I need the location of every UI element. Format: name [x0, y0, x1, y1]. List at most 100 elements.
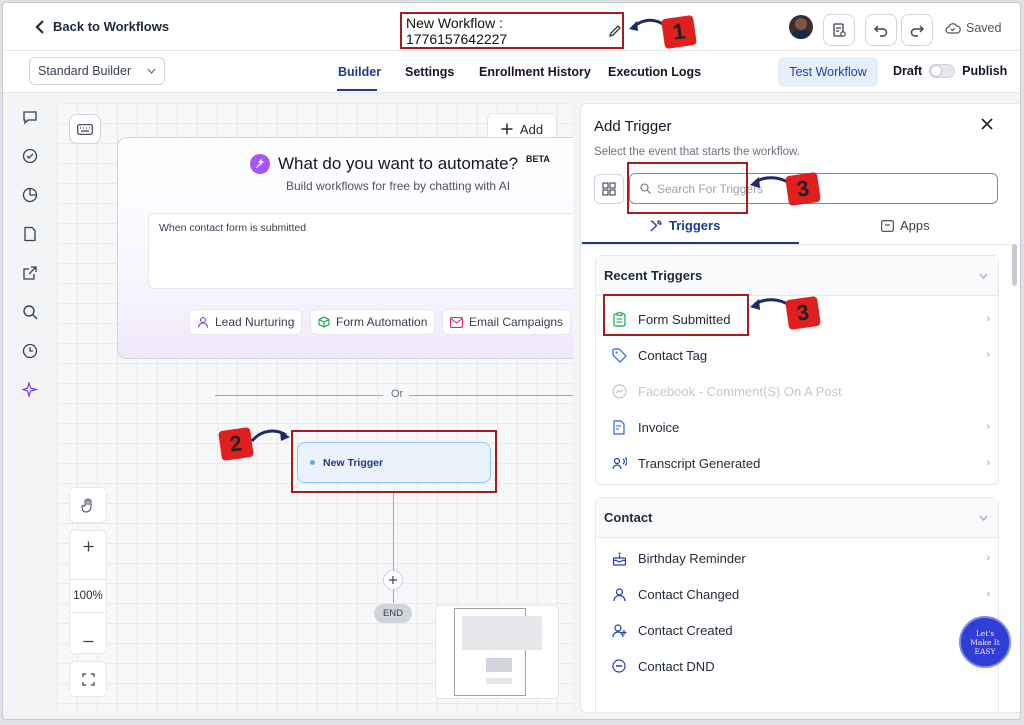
recent-triggers-title: Recent Triggers [604, 268, 703, 283]
chip-email-campaigns[interactable]: Email Campaigns [442, 309, 572, 335]
add-step-button[interactable] [383, 570, 403, 590]
chat-icon[interactable] [20, 107, 40, 127]
chevron-left-icon [35, 19, 45, 34]
chip-label: Email Campaigns [469, 315, 564, 329]
pie-chart-icon[interactable] [20, 185, 40, 205]
keyboard-shortcuts-button[interactable] [69, 114, 101, 144]
workflow-title[interactable]: New Workflow : 1776157642227 [406, 15, 600, 47]
file-icon[interactable] [20, 224, 40, 244]
chip-lead-nurturing[interactable]: Lead Nurturing [189, 309, 303, 335]
ai-sparkle-icon[interactable] [20, 380, 40, 400]
trigger-contact-changed[interactable]: Contact Changed › [610, 582, 990, 606]
hand-icon [81, 498, 95, 513]
panel-title: Add Trigger [594, 118, 672, 135]
trigger-contact-tag[interactable]: Contact Tag › [610, 343, 990, 367]
watermark-text: Let's Make It EASY [970, 628, 1000, 656]
tag-icon [610, 346, 628, 364]
search-icon[interactable] [20, 302, 40, 322]
pencil-icon[interactable] [608, 24, 622, 38]
trigger-label: Contact Created [638, 622, 733, 638]
chevron-down-icon [979, 273, 988, 279]
app-window-icon [881, 219, 894, 232]
builder-type-select[interactable]: Standard Builder [29, 57, 165, 85]
publish-toggle-group: Draft Publish [893, 64, 1007, 78]
mail-icon [450, 316, 463, 328]
tab-triggers[interactable]: Triggers [649, 218, 720, 233]
divider-right [409, 395, 573, 396]
panel-scrollbar[interactable] [1012, 244, 1017, 286]
watermark-logo: Let's Make It EASY [959, 616, 1011, 668]
contact-changed-icon [610, 585, 628, 603]
contact-title: Contact [604, 510, 653, 525]
trigger-label: Transcript Generated [638, 455, 761, 471]
trigger-contact-created[interactable]: Contact Created [610, 618, 990, 642]
minimap-node [486, 658, 512, 672]
contact-header[interactable]: Contact [596, 498, 998, 538]
sub-bar: Standard Builder Builder Settings Enroll… [3, 51, 1020, 93]
cube-icon [318, 316, 330, 328]
chevron-right-icon: › [986, 313, 990, 325]
or-label: Or [391, 388, 404, 400]
tab-builder[interactable]: Builder [338, 65, 381, 79]
chip-form-automation[interactable]: Form Automation [310, 309, 436, 335]
annotation-step-1: 1 [661, 14, 697, 50]
end-node: END [374, 604, 412, 623]
connector-line-end [393, 590, 394, 603]
workflow-title-box[interactable]: New Workflow : 1776157642227 [400, 12, 624, 49]
zoom-out-button[interactable] [83, 640, 94, 643]
tab-triggers-label: Triggers [669, 218, 721, 233]
avatar[interactable] [789, 15, 813, 39]
document-settings-icon [831, 22, 847, 38]
history-icon[interactable] [20, 341, 40, 361]
undo-button[interactable] [865, 14, 897, 46]
chip-label: Lead Nurturing [215, 315, 295, 329]
tab-settings[interactable]: Settings [405, 65, 454, 79]
tab-enrollment-history[interactable]: Enrollment History [479, 65, 591, 79]
check-circle-icon[interactable] [20, 146, 40, 166]
plus-icon [389, 576, 397, 584]
ai-subtitle: Build workflows for free by chatting wit… [286, 179, 511, 193]
minimap[interactable] [435, 605, 559, 699]
ai-prompt-input[interactable]: When contact form is submitted [148, 213, 573, 289]
trigger-invoice[interactable]: Invoice › [610, 415, 990, 439]
tab-execution-logs[interactable]: Execution Logs [608, 65, 701, 79]
tab-divider [581, 244, 1020, 245]
zoom-in-button[interactable] [83, 541, 94, 552]
recent-triggers-section: Recent Triggers Form Submitted › Contact… [595, 255, 999, 485]
trigger-birthday-reminder[interactable]: Birthday Reminder › [610, 546, 990, 570]
add-label: Add [519, 121, 544, 137]
publish-label: Publish [962, 64, 1008, 78]
draft-label: Draft [893, 64, 923, 78]
trigger-contact-dnd[interactable]: Contact DND [610, 654, 990, 678]
trigger-node-label: New Trigger [323, 456, 384, 469]
pan-hand-button[interactable] [69, 487, 107, 523]
divider-left [215, 395, 383, 396]
chevron-right-icon: › [986, 349, 990, 361]
external-link-icon[interactable] [20, 263, 40, 283]
close-icon[interactable] [981, 118, 993, 130]
test-workflow-button[interactable]: Test Workflow [778, 57, 878, 87]
chip-label: Form Automation [336, 315, 428, 329]
publish-toggle[interactable] [929, 64, 956, 78]
back-to-workflows-link[interactable]: Back to Workflows [35, 19, 169, 34]
connector-line [393, 493, 394, 573]
workflow-canvas[interactable]: Add What do you want to automate? BETA B… [57, 103, 573, 711]
fullscreen-icon [81, 672, 95, 686]
trigger-transcript-generated[interactable]: Transcript Generated › [610, 451, 990, 475]
user-icon [197, 316, 209, 328]
left-nav [3, 93, 57, 719]
annotation-highlight-search [627, 162, 748, 214]
annotation-step-2: 2 [218, 426, 254, 462]
beta-badge: BETA [526, 154, 550, 164]
tab-apps-label: Apps [900, 218, 930, 233]
recent-triggers-header[interactable]: Recent Triggers [596, 256, 998, 296]
redo-button[interactable] [901, 14, 933, 46]
workflow-notes-button[interactable] [823, 14, 855, 46]
contact-section: Contact Birthday Reminder › Contact Chan… [595, 497, 999, 712]
cloud-check-icon [945, 22, 961, 34]
fit-view-button[interactable] [69, 661, 107, 697]
zoom-level: 100% [70, 579, 106, 613]
view-grid-button[interactable] [594, 174, 624, 204]
new-trigger-node[interactable]: New Trigger [297, 442, 491, 483]
tab-apps[interactable]: Apps [881, 218, 930, 233]
